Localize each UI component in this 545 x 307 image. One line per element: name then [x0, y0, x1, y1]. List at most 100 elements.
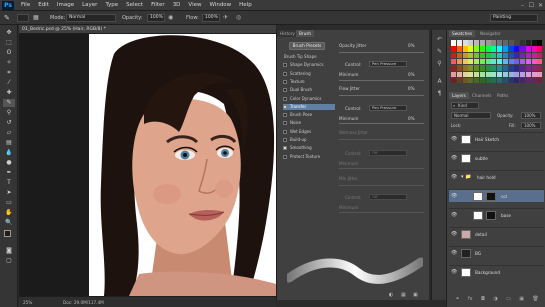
menu-edit[interactable]: Edit [34, 0, 53, 11]
layer-row[interactable]: 👁 detail [449, 227, 544, 240]
layer-row[interactable]: 👁 Background [449, 265, 544, 278]
clone-source-icon[interactable]: ⚲ [435, 60, 444, 68]
tab-paths[interactable]: Paths [494, 92, 511, 99]
swatch[interactable] [502, 40, 508, 46]
brush-option-checkbox[interactable] [283, 88, 287, 93]
swatch[interactable] [520, 46, 525, 52]
swatch[interactable] [462, 71, 468, 77]
swatch[interactable] [451, 52, 456, 59]
swatch[interactable] [491, 77, 497, 84]
menu-filter[interactable]: Filter [147, 0, 169, 11]
airbrush-icon[interactable]: ✈ [223, 14, 231, 22]
document-canvas[interactable] [19, 34, 276, 296]
menu-layer[interactable]: Layer [78, 0, 101, 11]
visibility-eye-icon[interactable]: 👁 [451, 231, 457, 237]
swatch[interactable] [497, 52, 502, 59]
swatch[interactable] [502, 65, 508, 71]
dodge-tool-icon[interactable]: ● [3, 159, 15, 167]
swatch[interactable] [497, 58, 502, 65]
fill-input[interactable]: 100% [521, 122, 541, 129]
swatch[interactable] [514, 58, 520, 65]
type-tool-icon[interactable]: T [3, 179, 15, 187]
swatch[interactable] [525, 40, 531, 46]
swatch[interactable] [462, 65, 468, 71]
swatch[interactable] [485, 46, 491, 52]
layer-row[interactable]: 👁 base [449, 208, 544, 221]
layer-row[interactable]: 👁 subtle [449, 151, 544, 164]
new-group-icon[interactable]: ▭ [506, 296, 511, 305]
brush-preset-picker[interactable] [17, 14, 29, 22]
brush-option-checkbox[interactable] [283, 146, 287, 151]
swatch[interactable] [468, 40, 474, 46]
swatch[interactable] [514, 40, 520, 46]
foreground-color-swatch[interactable] [4, 230, 11, 237]
layer-row[interactable]: 👁 BG [449, 246, 544, 259]
swatch[interactable] [451, 77, 456, 84]
swatch[interactable] [468, 52, 474, 59]
minimum3-slider[interactable] [339, 168, 424, 169]
minimum2-slider[interactable] [339, 123, 424, 124]
swatch[interactable] [479, 52, 485, 59]
swatch[interactable] [468, 65, 474, 71]
swatch[interactable] [531, 46, 537, 52]
swatch[interactable] [451, 40, 456, 46]
swatch[interactable] [491, 46, 497, 52]
swatch[interactable] [462, 58, 468, 65]
tab-layers[interactable]: Layers [449, 92, 469, 99]
swatch[interactable] [491, 40, 497, 46]
swatch[interactable] [491, 65, 497, 71]
layer-opacity-input[interactable]: 100% [521, 112, 541, 119]
swatch[interactable] [456, 58, 462, 65]
layer-row[interactable]: 👁 col [449, 189, 544, 202]
swatch[interactable] [491, 58, 497, 65]
swatch[interactable] [497, 71, 502, 77]
visibility-eye-icon[interactable]: 👁 [451, 212, 457, 218]
swatch[interactable] [502, 52, 508, 59]
swatch[interactable] [520, 52, 525, 59]
brush-option-checkbox[interactable] [283, 129, 287, 134]
swatch[interactable] [520, 77, 525, 84]
swatch[interactable] [468, 46, 474, 52]
brush-option-checkbox[interactable] [283, 113, 287, 118]
swatch[interactable] [462, 52, 468, 59]
swatch[interactable] [537, 71, 543, 77]
swatch[interactable] [462, 40, 468, 46]
quick-mask-icon[interactable]: ◙ [3, 247, 15, 255]
brush-option-dual-brush[interactable]: Dual Brush [283, 87, 335, 93]
swatch[interactable] [468, 71, 474, 77]
add-mask-icon[interactable]: ◘ [481, 296, 485, 305]
swatch[interactable] [451, 58, 456, 65]
brush-option-checkbox[interactable] [283, 79, 287, 84]
pressure-size-icon[interactable]: ◎ [236, 14, 244, 22]
zoom-tool-icon[interactable]: 🔍 [3, 219, 15, 227]
swatch[interactable] [474, 71, 479, 77]
eraser-tool-icon[interactable]: ▱ [3, 129, 15, 137]
minimize-button[interactable]: – [518, 1, 527, 10]
brush-option-shape-dynamics[interactable]: Shape Dynamics [283, 62, 335, 68]
control2-select[interactable]: Pen Pressure [369, 105, 407, 111]
paragraph-panel-icon[interactable]: ¶ [435, 90, 444, 98]
swatch[interactable] [531, 65, 537, 71]
swatch[interactable] [525, 46, 531, 52]
swatch[interactable] [456, 40, 462, 46]
swatch[interactable] [497, 40, 502, 46]
swatch[interactable] [485, 77, 491, 84]
hand-tool-icon[interactable]: ✋ [3, 209, 15, 217]
character-panel-icon[interactable]: A [435, 78, 444, 86]
brush-option-checkbox[interactable] [283, 63, 287, 68]
layer-mask-thumbnail[interactable] [486, 211, 496, 220]
menu-file[interactable]: File [17, 0, 34, 11]
swatch[interactable] [514, 71, 520, 77]
swatch[interactable] [474, 65, 479, 71]
brush-tool-icon[interactable]: ✎ [3, 99, 15, 107]
tab-channels[interactable]: Channels [469, 92, 494, 99]
swatch[interactable] [456, 65, 462, 71]
swatch[interactable] [468, 77, 474, 84]
swatch-grid[interactable] [451, 40, 543, 84]
swatch[interactable] [485, 40, 491, 46]
layer-row[interactable]: 👁 ▾ 📁 hair hold [449, 170, 544, 183]
wetness-jitter-slider[interactable] [339, 139, 424, 140]
swatch[interactable] [514, 65, 520, 71]
menu-view[interactable]: View [184, 0, 205, 11]
swatch[interactable] [508, 65, 514, 71]
